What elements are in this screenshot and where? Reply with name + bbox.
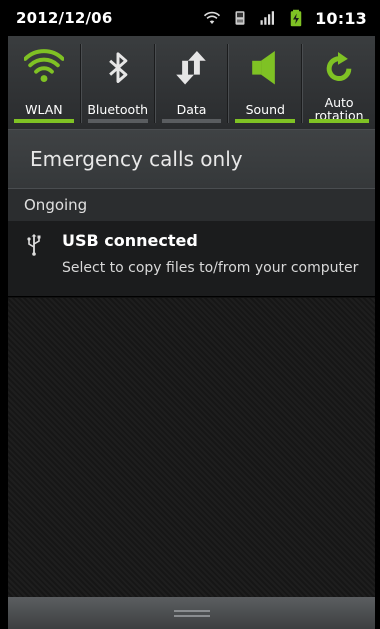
notification-empty-area: [8, 298, 375, 597]
status-icons: [203, 9, 305, 27]
status-bar: 2012/12/06 10:13: [8, 0, 375, 36]
speaker-icon: [252, 50, 276, 85]
signal-icon: [260, 11, 275, 25]
toggle-indicator: [161, 119, 222, 123]
notification-panel: 2012/12/06 10:13 WLAN Bluetooth Data Sou…: [8, 0, 375, 629]
notification-subtitle: Select to copy files to/from your comput…: [62, 260, 359, 276]
status-time: 10:13: [315, 8, 367, 28]
carrier-text: Emergency calls only: [30, 147, 243, 171]
notification-title: USB connected: [62, 231, 198, 250]
toggle-wlan[interactable]: WLAN: [8, 44, 81, 123]
wifi-icon: [23, 49, 64, 82]
rotate-icon: [326, 51, 352, 81]
section-title: Ongoing: [24, 196, 88, 214]
toggle-indicator: [235, 119, 296, 123]
usb-icon: [27, 234, 41, 256]
wifi-icon: [203, 11, 221, 24]
sd-card-icon: [235, 11, 245, 25]
toggle-sound[interactable]: Sound: [228, 44, 303, 123]
toggle-indicator: [87, 119, 148, 123]
toggle-data[interactable]: Data: [154, 44, 229, 123]
quick-settings-toggles: WLAN Bluetooth Data Sound Auto rotation: [8, 36, 375, 130]
toggle-indicator: [309, 119, 369, 123]
notification-text: USB connected Select to copy files to/fr…: [62, 231, 358, 296]
data-arrows-icon: [176, 50, 207, 85]
toggle-auto-rotation[interactable]: Auto rotation: [302, 44, 375, 123]
panel-drag-handle[interactable]: [8, 597, 375, 629]
grip-icon: [173, 609, 210, 617]
toggle-bluetooth[interactable]: Bluetooth: [80, 44, 155, 123]
toggle-indicator: [14, 119, 74, 123]
status-date: 2012/12/06: [16, 9, 113, 27]
ongoing-header: Ongoing: [8, 188, 375, 221]
carrier-label: Emergency calls only: [8, 130, 375, 188]
bluetooth-icon: [108, 52, 128, 83]
notification-usb[interactable]: USB connected Select to copy files to/fr…: [8, 221, 375, 297]
battery-charging-icon: [290, 9, 302, 27]
